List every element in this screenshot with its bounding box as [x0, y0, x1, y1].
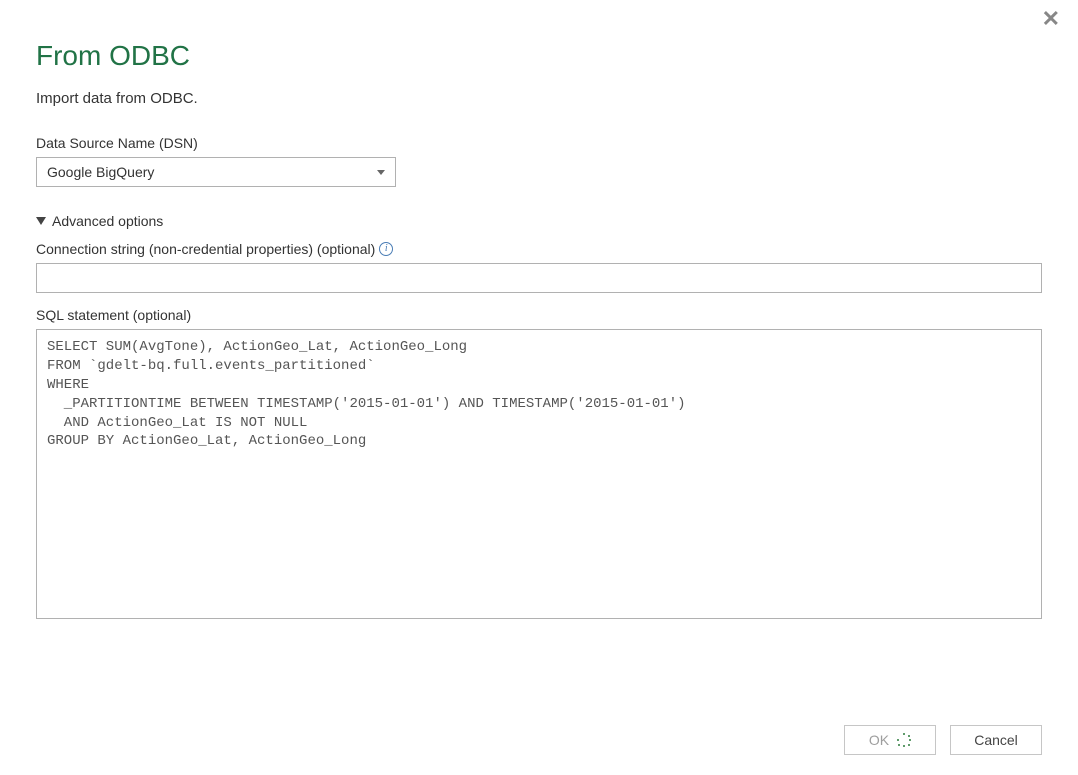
- connection-string-label: Connection string (non-credential proper…: [36, 241, 375, 257]
- dialog-title: From ODBC: [36, 40, 1042, 72]
- close-icon[interactable]: ✕: [1042, 8, 1060, 30]
- info-icon[interactable]: i: [379, 242, 393, 256]
- dialog-button-row: OK Cancel: [36, 695, 1042, 755]
- collapse-triangle-icon: [36, 217, 46, 225]
- dsn-label: Data Source Name (DSN): [36, 135, 1042, 151]
- dsn-dropdown[interactable]: Google BigQuery: [36, 157, 396, 187]
- sql-statement-input[interactable]: [36, 329, 1042, 619]
- advanced-options-label: Advanced options: [52, 213, 163, 229]
- cancel-button[interactable]: Cancel: [950, 725, 1042, 755]
- loading-spinner-icon: [897, 733, 911, 747]
- chevron-down-icon: [377, 170, 385, 175]
- dsn-selected-value: Google BigQuery: [47, 164, 154, 180]
- sql-statement-label: SQL statement (optional): [36, 307, 1042, 323]
- dialog-subtitle: Import data from ODBC.: [36, 90, 1042, 107]
- ok-button-label: OK: [869, 732, 889, 748]
- ok-button[interactable]: OK: [844, 725, 936, 755]
- cancel-button-label: Cancel: [974, 732, 1018, 748]
- connection-string-input[interactable]: [36, 263, 1042, 293]
- odbc-dialog: From ODBC Import data from ODBC. Data So…: [0, 0, 1078, 775]
- advanced-options-toggle[interactable]: Advanced options: [36, 213, 1042, 229]
